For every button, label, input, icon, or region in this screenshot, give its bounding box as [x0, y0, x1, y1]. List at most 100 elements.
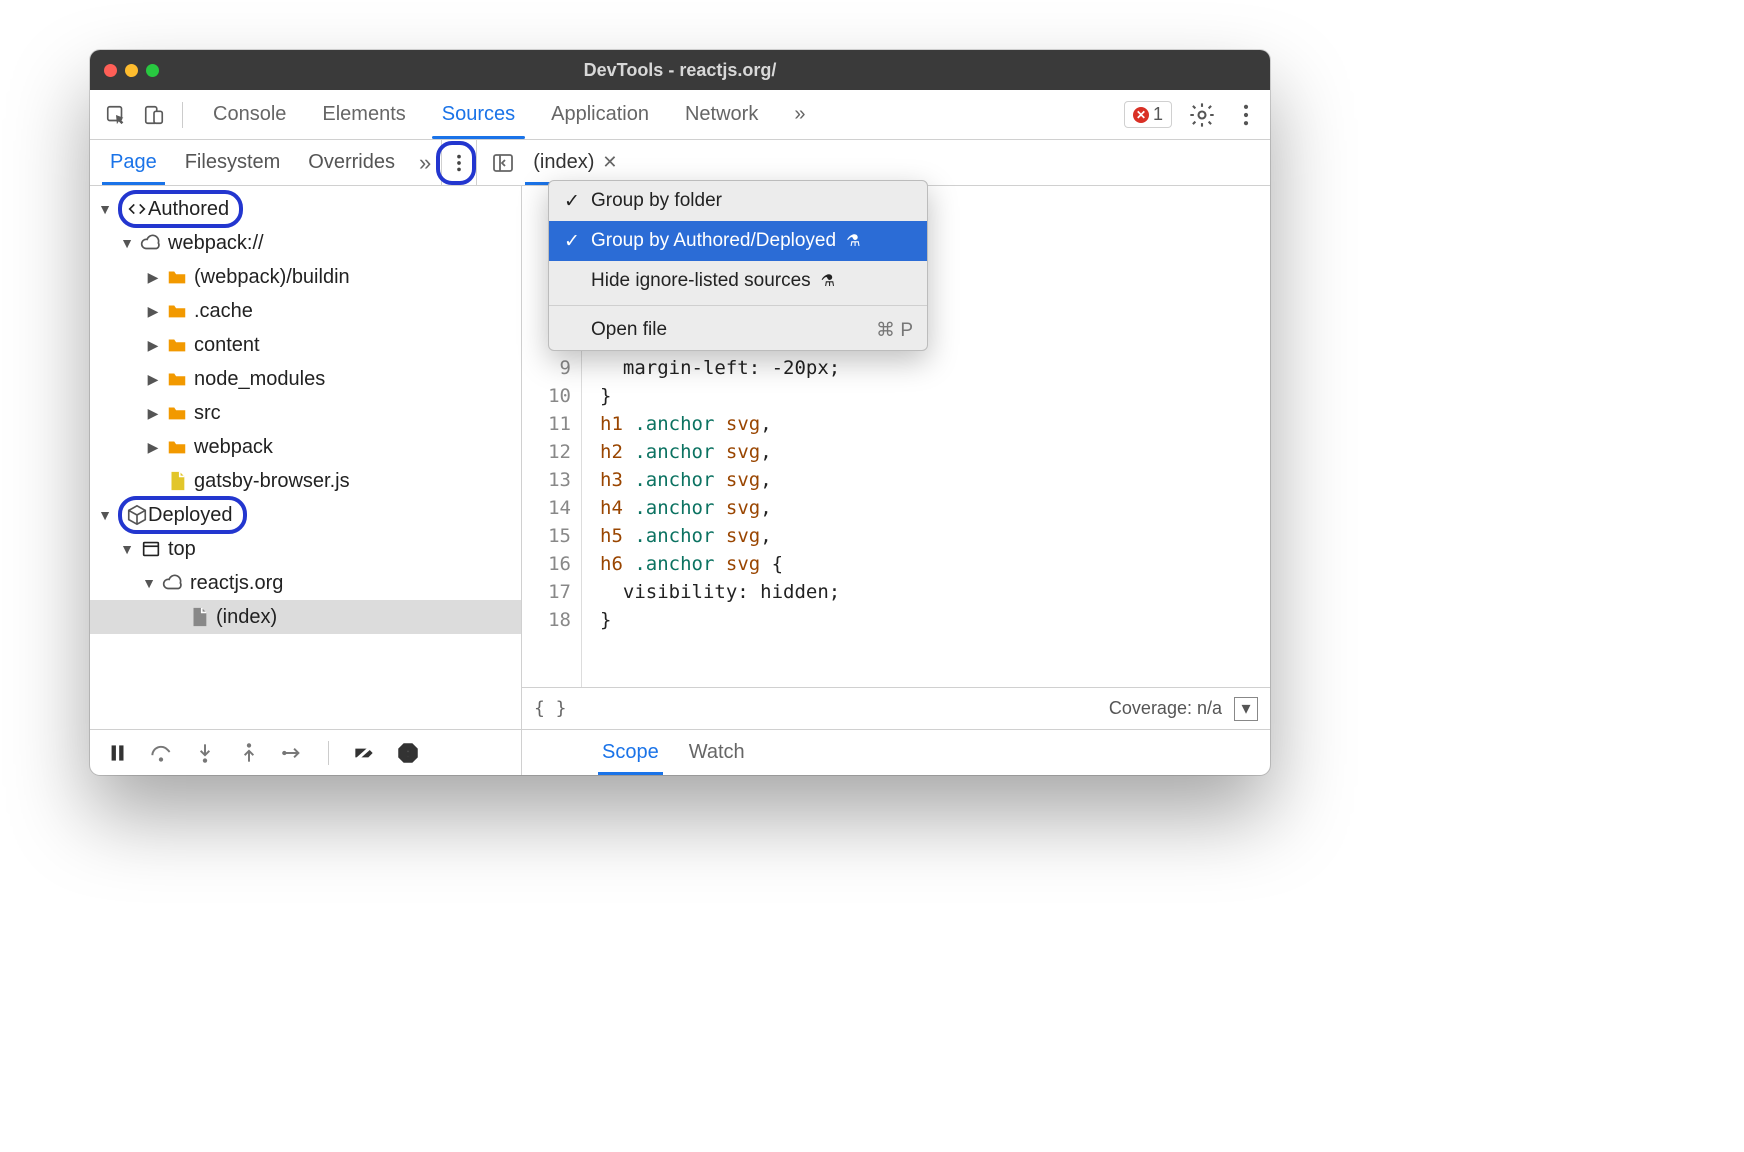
menu-item-label: Group by Authored/Deployed	[591, 230, 836, 252]
caret-down-icon: ▼	[120, 541, 134, 557]
file-tab-index[interactable]: (index) ✕	[525, 140, 625, 185]
deactivate-breakpoints-icon[interactable]	[351, 740, 377, 766]
tab-sources[interactable]: Sources	[424, 90, 533, 139]
keyboard-shortcut: ⌘ P	[876, 319, 913, 342]
caret-right-icon: ▶	[146, 303, 160, 320]
caret-down-icon: ▼	[98, 507, 112, 523]
error-icon: ✕	[1133, 107, 1149, 123]
step-out-icon[interactable]	[236, 740, 262, 766]
caret-right-icon: ▶	[146, 405, 160, 422]
tree-folder[interactable]: ▶ .cache	[90, 294, 521, 328]
tab-network[interactable]: Network	[667, 90, 776, 139]
editor-tabs: (index) ✕	[477, 140, 625, 185]
devtools-window: DevTools - reactjs.org/ Console Elements…	[90, 50, 1270, 775]
panel-tabs: Console Elements Sources Application Net…	[195, 90, 823, 139]
pause-on-exceptions-icon[interactable]	[395, 740, 421, 766]
folder-icon	[166, 436, 188, 458]
tree-group-authored[interactable]: ▼ Authored	[90, 192, 521, 226]
menu-item[interactable]: Hide ignore-listed sources⚗	[549, 261, 927, 301]
frame-icon	[140, 538, 162, 560]
pause-script-icon[interactable]	[104, 740, 130, 766]
menu-item-label: Group by folder	[591, 190, 722, 212]
menu-item[interactable]: ✓Group by Authored/Deployed⚗	[549, 221, 927, 261]
tab-application[interactable]: Application	[533, 90, 667, 139]
code-icon	[126, 198, 148, 220]
menu-item-label: Open file	[591, 319, 667, 341]
window-title: DevTools - reactjs.org/	[90, 60, 1270, 81]
tab-elements[interactable]: Elements	[304, 90, 423, 139]
package-icon	[126, 504, 148, 526]
toggle-navigator-icon[interactable]	[491, 151, 515, 175]
nav-tabs-overflow[interactable]: »	[409, 150, 441, 176]
step-over-icon[interactable]	[148, 740, 174, 766]
menu-item-open-file[interactable]: Open file ⌘ P	[549, 310, 927, 350]
tree-node-webpack[interactable]: ▼ webpack://	[90, 226, 521, 260]
pretty-print-icon[interactable]: { }	[534, 698, 567, 719]
tree-file-gatsby-browser[interactable]: gatsby-browser.js	[90, 464, 521, 498]
js-file-icon	[166, 470, 188, 492]
device-toolbar-icon[interactable]	[138, 99, 170, 131]
tree-file-index[interactable]: (index)	[90, 600, 521, 634]
cloud-icon	[162, 572, 184, 594]
navigator-tabs: Page Filesystem Overrides »	[90, 140, 441, 185]
tree-folder[interactable]: ▶webpack	[90, 430, 521, 464]
tree-label: top	[168, 538, 196, 561]
sources-options-menu: ✓ Group by folder✓ Group by Authored/Deplo…	[548, 180, 928, 351]
tree-label: node_modules	[194, 368, 325, 391]
tree-label: (webpack)/buildin	[194, 266, 350, 289]
tab-scope[interactable]: Scope	[602, 730, 659, 775]
folder-icon	[166, 368, 188, 390]
document-icon	[188, 606, 210, 628]
debugger-sidebar-tabs: Scope Watch	[522, 729, 1270, 775]
close-tab-icon[interactable]: ✕	[602, 152, 617, 173]
titlebar: DevTools - reactjs.org/	[90, 50, 1270, 90]
tree-folder[interactable]: ▶src	[90, 396, 521, 430]
caret-down-icon: ▼	[98, 201, 112, 217]
tree-group-deployed[interactable]: ▼ Deployed	[90, 498, 521, 532]
file-tab-label: (index)	[533, 151, 594, 174]
experiment-flask-icon: ⚗	[846, 231, 860, 251]
nav-tab-overrides[interactable]: Overrides	[294, 140, 409, 185]
tree-label: webpack://	[168, 232, 264, 255]
experiment-flask-icon: ⚗	[821, 271, 835, 291]
sources-more-options-button[interactable]	[442, 140, 476, 185]
more-menu-icon[interactable]	[1232, 101, 1260, 129]
error-indicator[interactable]: ✕ 1	[1124, 101, 1172, 128]
tree-folder[interactable]: ▶ (webpack)/buildin	[90, 260, 521, 294]
caret-right-icon: ▶	[146, 337, 160, 354]
check-icon: ✓	[563, 190, 581, 213]
tree-label: .cache	[194, 300, 253, 323]
cloud-icon	[140, 232, 162, 254]
tree-folder[interactable]: ▶content	[90, 328, 521, 362]
menu-item[interactable]: ✓ Group by folder	[549, 181, 927, 221]
tree-label: gatsby-browser.js	[194, 470, 350, 493]
coverage-label: Coverage: n/a	[1109, 698, 1222, 719]
inspect-element-icon[interactable]	[100, 99, 132, 131]
step-into-icon[interactable]	[192, 740, 218, 766]
caret-down-icon: ▼	[142, 575, 156, 591]
tree-label: webpack	[194, 436, 273, 459]
tree-label: Authored	[148, 198, 229, 221]
caret-right-icon: ▶	[146, 371, 160, 388]
tree-label: reactjs.org	[190, 572, 283, 595]
annotation-highlight-ring: Authored	[118, 190, 243, 228]
folder-icon	[166, 300, 188, 322]
tree-label: (index)	[216, 606, 277, 629]
nav-tab-page[interactable]: Page	[96, 140, 171, 185]
tree-folder[interactable]: ▶ node_modules	[90, 362, 521, 396]
tab-console[interactable]: Console	[195, 90, 304, 139]
tree-node-top[interactable]: ▼ top	[90, 532, 521, 566]
nav-tab-filesystem[interactable]: Filesystem	[171, 140, 295, 185]
caret-right-icon: ▶	[146, 269, 160, 286]
folder-icon	[166, 266, 188, 288]
tab-watch[interactable]: Watch	[689, 730, 745, 775]
step-icon[interactable]	[280, 740, 306, 766]
main-toolbar: Console Elements Sources Application Net…	[90, 90, 1270, 140]
caret-down-icon: ▼	[120, 235, 134, 251]
show-drawer-icon[interactable]: ▾	[1234, 697, 1258, 721]
tabs-overflow[interactable]: »	[776, 90, 823, 139]
debugger-toolbar	[90, 729, 521, 775]
tree-node-domain[interactable]: ▼ reactjs.org	[90, 566, 521, 600]
editor-status-bar: { } Coverage: n/a ▾	[522, 687, 1270, 729]
settings-gear-icon[interactable]	[1188, 101, 1216, 129]
